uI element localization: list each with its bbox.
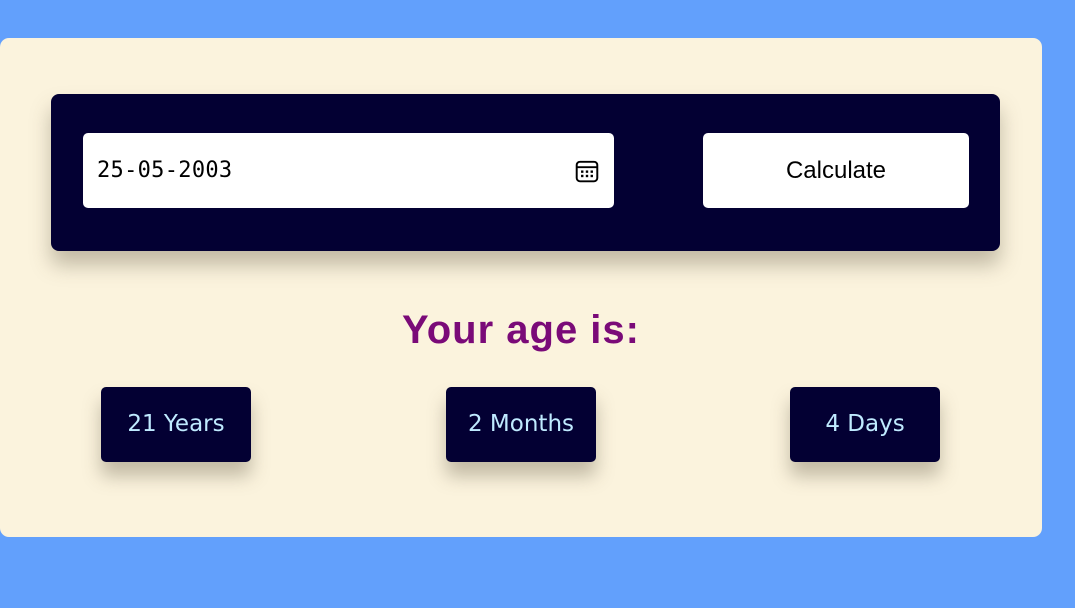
calendar-icon[interactable] bbox=[574, 158, 600, 184]
days-result: 4 Days bbox=[790, 387, 940, 462]
calculate-button[interactable]: Calculate bbox=[703, 133, 969, 208]
input-panel: 25-05-2003 Calculate bbox=[51, 94, 1000, 251]
months-result: 2 Months bbox=[446, 387, 596, 462]
years-result: 21 Years bbox=[101, 387, 251, 462]
age-calculator-card: 25-05-2003 Calculate Your age is: 21 Yea… bbox=[0, 38, 1042, 537]
date-input-value: 25-05-2003 bbox=[97, 158, 233, 183]
date-input[interactable]: 25-05-2003 bbox=[83, 133, 614, 208]
result-heading: Your age is: bbox=[402, 308, 640, 352]
